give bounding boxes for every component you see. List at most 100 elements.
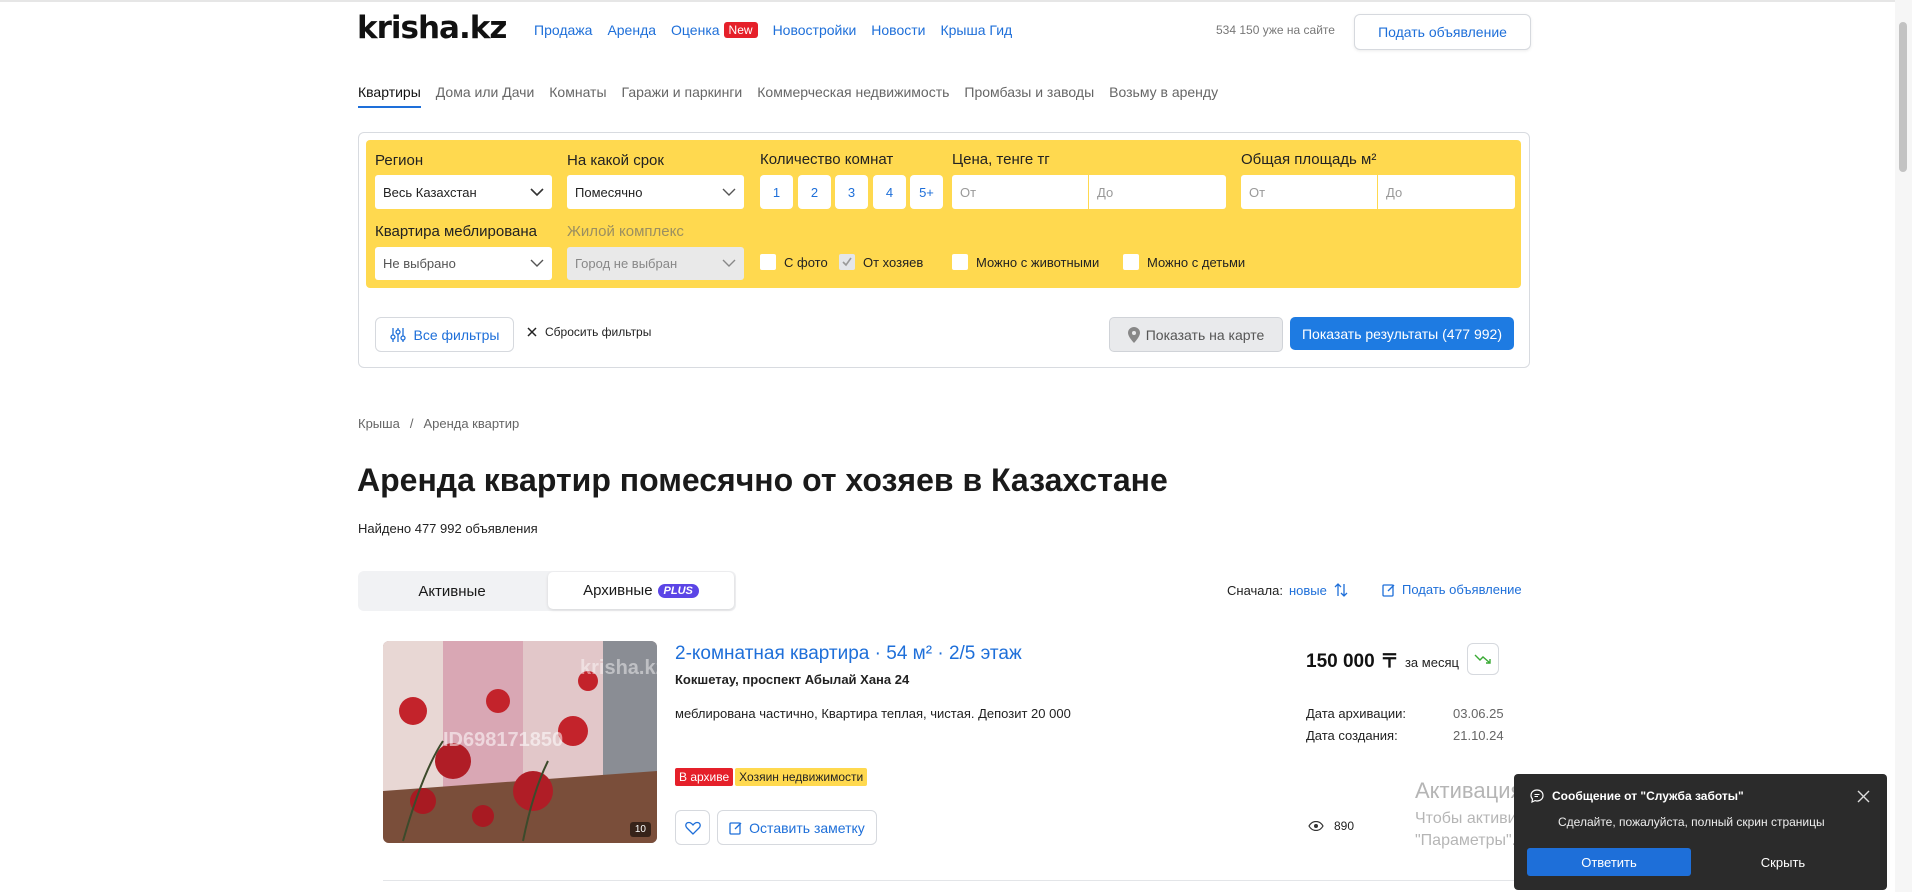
tag-archive: В архиве — [675, 768, 734, 786]
checkbox-pets[interactable]: Можно с животными — [952, 254, 1099, 270]
breadcrumb-current[interactable]: Аренда квартир — [423, 416, 519, 431]
tab-houses[interactable]: Дома или Дачи — [436, 84, 535, 108]
tab-garages[interactable]: Гаражи и паркинги — [622, 84, 743, 108]
furnished-value: Не выбрано — [383, 256, 456, 271]
area-from-input[interactable]: От — [1241, 175, 1377, 209]
tab-active[interactable]: Активные — [358, 571, 546, 611]
listing-title-link[interactable]: 2-комнатная квартира · 54 м² · 2/5 этаж — [675, 643, 1022, 665]
region-select[interactable]: Весь Казахстан — [375, 175, 552, 209]
leave-note-button[interactable]: Оставить заметку — [717, 810, 877, 845]
sort-arrows-icon — [1334, 583, 1348, 597]
nav-valuation[interactable]: Оценка New — [671, 22, 758, 38]
eye-icon — [1308, 821, 1324, 831]
photo-watermark-brand: krisha.kz — [580, 657, 657, 679]
rooms-option-4[interactable]: 4 — [873, 175, 906, 209]
found-count: Найдено 477 992 объявления — [358, 521, 538, 536]
tab-apartments[interactable]: Квартиры — [358, 84, 421, 108]
region-value: Весь Казахстан — [383, 184, 477, 200]
created-date-value: 21.10.24 — [1453, 728, 1504, 743]
archive-date-value: 03.06.25 — [1453, 706, 1504, 721]
checkbox-checked[interactable] — [839, 254, 855, 270]
post-ad-link[interactable]: Подать объявление — [1382, 582, 1522, 597]
sort-control[interactable]: Сначала: новые — [1227, 582, 1349, 598]
sliders-icon — [389, 327, 406, 342]
leave-note-label: Оставить заметку — [749, 819, 865, 836]
post-ad-link-label: Подать объявление — [1402, 582, 1522, 597]
listing-photo[interactable]: ID698171850 krisha.kz 10 — [383, 641, 657, 843]
created-date-label: Дата создания: — [1306, 728, 1398, 743]
furnished-select[interactable]: Не выбрано — [375, 247, 552, 280]
checkbox[interactable] — [1123, 254, 1139, 270]
all-filters-button[interactable]: Все фильтры — [375, 317, 514, 352]
views-count: 890 — [1308, 819, 1354, 833]
online-counter: 534 150 уже на сайте — [1216, 23, 1335, 37]
chat-icon — [1530, 789, 1544, 803]
views-value: 890 — [1334, 819, 1355, 833]
checkbox-kids[interactable]: Можно с детьми — [1123, 254, 1245, 270]
top-border — [0, 0, 1912, 2]
price-to-input[interactable]: До — [1089, 175, 1226, 209]
heart-icon — [684, 821, 701, 835]
new-badge: New — [723, 22, 758, 38]
all-filters-label: Все фильтры — [413, 326, 500, 343]
region-label: Регион — [375, 152, 424, 169]
nav-new-buildings[interactable]: Новостройки — [773, 22, 857, 38]
breadcrumb-home[interactable]: Крыша — [358, 416, 400, 431]
rooms-option-2[interactable]: 2 — [798, 175, 831, 209]
photo-watermark-id: ID698171850 — [443, 729, 564, 751]
tab-want-rent[interactable]: Возьму в аренду — [1109, 84, 1218, 108]
reset-filters-label: Сбросить фильтры — [545, 325, 652, 339]
tab-rooms[interactable]: Комнаты — [549, 84, 606, 108]
show-on-map-button[interactable]: Показать на карте — [1109, 317, 1283, 352]
nav-sale[interactable]: Продажа — [534, 22, 592, 38]
checkbox[interactable] — [760, 254, 776, 270]
show-results-button[interactable]: Показать результаты (477 992) — [1290, 317, 1514, 350]
tab-industrial[interactable]: Промбазы и заводы — [964, 84, 1094, 108]
chevron-down-icon — [530, 259, 544, 267]
archive-date-label: Дата архивации: — [1306, 706, 1407, 721]
checkbox-with-photo[interactable]: С фото — [760, 254, 828, 270]
close-icon — [527, 327, 537, 337]
map-pin-icon — [1127, 326, 1140, 343]
listing-description: меблирована частично, Квартира теплая, ч… — [675, 706, 1071, 721]
site-logo[interactable]: krisha.kz — [357, 10, 507, 46]
term-select[interactable]: Помесячно — [567, 175, 744, 209]
close-icon[interactable] — [1857, 790, 1870, 803]
chevron-down-icon — [722, 259, 736, 267]
reset-filters-button[interactable]: Сбросить фильтры — [527, 325, 651, 339]
note-edit-icon — [729, 821, 742, 835]
price-period: за месяц — [1404, 655, 1459, 670]
hide-button[interactable]: Скрыть — [1701, 848, 1865, 876]
reply-button[interactable]: Ответить — [1527, 848, 1691, 876]
breadcrumb: Крыша / Аренда квартир — [358, 416, 519, 431]
rooms-option-3[interactable]: 3 — [835, 175, 868, 209]
edit-icon — [1382, 583, 1395, 597]
nav-rent[interactable]: Аренда — [607, 22, 656, 38]
tab-commercial[interactable]: Коммерческая недвижимость — [757, 84, 949, 108]
chevron-down-icon — [530, 187, 544, 196]
tab-archive[interactable]: Архивные PLUS — [548, 572, 734, 609]
chevron-down-icon — [722, 188, 736, 196]
post-ad-button[interactable]: Подать объявление — [1354, 14, 1531, 50]
nav-news[interactable]: Новости — [871, 22, 925, 38]
price-trend-button[interactable] — [1467, 643, 1499, 675]
notification-popup: Сообщение от "Служба заботы" Сделайте, п… — [1514, 774, 1887, 890]
rooms-option-5plus[interactable]: 5+ — [910, 175, 943, 209]
checkbox-from-owner[interactable]: От хозяев — [839, 254, 923, 270]
nav-guide[interactable]: Крыша Гид — [940, 22, 1012, 38]
nav-valuation-label: Оценка — [671, 22, 720, 38]
check-icon — [842, 257, 852, 267]
complex-value: Город не выбран — [575, 256, 678, 271]
trend-down-icon — [1474, 654, 1491, 664]
rooms-option-1[interactable]: 1 — [760, 175, 793, 209]
complex-select: Город не выбран — [567, 247, 744, 280]
area-label: Общая площадь м² — [1241, 151, 1377, 168]
price-from-input[interactable]: От — [952, 175, 1088, 209]
checkbox[interactable] — [952, 254, 968, 270]
term-value: Помесячно — [575, 184, 643, 200]
checkbox-pets-label: Можно с животными — [976, 254, 1100, 270]
favorite-button[interactable] — [675, 810, 710, 845]
area-to-input[interactable]: До — [1378, 175, 1515, 209]
checkbox-from-owner-label: От хозяев — [863, 254, 924, 270]
scrollbar-thumb[interactable] — [1899, 22, 1907, 172]
